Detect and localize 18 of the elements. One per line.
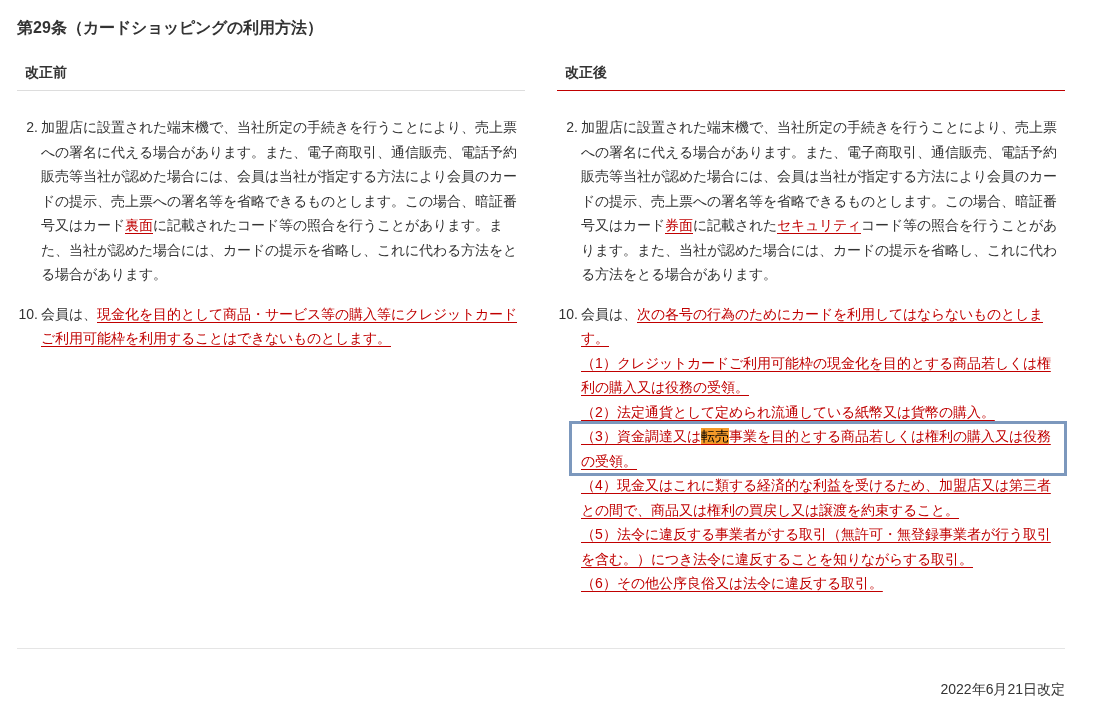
item-number: 10.	[17, 304, 38, 324]
column-heading: 改正後	[557, 62, 1065, 91]
sub-clause-text: （4）現金又はこれに類する経済的な利益を受けるため、加盟店又は第三者との間で、商品又は権利の買戻し又は譲渡を約束すること。	[581, 476, 1052, 520]
clause-text: 加盟店に設置された端末機で、当社所定の手続きを行うことにより、売上票への署名に代える場合があります。また、電子商取引、通信販売、電話予約販売等当社が認めた場合には、会員は当社が指定する方法により会員のカードの提示、売上票への署名等を省略できるものとします。この場合、暗証番号又はカード 券面に記載されたセキュリティ コード等の照合を行うことがあります。また、当社が認めた場合には、カードの提示を省略し、これに代わる方法をとる場合があります。	[581, 118, 1057, 284]
item-number: 2.	[565, 118, 578, 137]
sub-clause-text: （2）法定通貨として定められ流通している紙幣又は貨幣の購入。	[581, 402, 996, 422]
sub-clause-text: （1）クレジットカードご利用可能枠の現金化を目的とする商品若しくは権利の購入又は役務の受領。	[581, 353, 1052, 397]
article-title: 第29条（カードショッピングの利用方法）	[17, 18, 324, 38]
clause-text: 加盟店に設置された端末機で、当社所定の手続きを行うことにより、売上票への署名に代える場合があります。また、電子商取引、通信販売、電話予約販売等当社が認めた場合には、会員は当社が指定する方法により会員のカードの提示、売上票への署名等を省略できるものとします。この場合、暗証番号又はカード裏面に記載されたコード等の照合を行うことがあります。また、当社が認めた場合には、カードの提示を省略し、これに代わる方法をとる場合があります。	[41, 118, 517, 284]
clause-text: 会員は、次の各号の行為のためにカードを利用してはならないものとします。	[581, 304, 1044, 348]
sub-clause-text: （5）法令に違反する事業者がする取引（無許可・無登録事業者が行う取引を含む。）につき法令に違反することを知りながらする取引。	[581, 525, 1052, 569]
item-number: 10.	[557, 304, 578, 324]
column-heading: 改正前	[17, 62, 525, 91]
clause-text: 会員は、現金化を目的として商品・サービス等の購入等にクレジットカードご利用可能枠を利用することはできないものとします。	[41, 304, 517, 348]
item-number: 2.	[25, 118, 38, 137]
sub-clause-text: （3）資金調達又は転売事業を目的とする商品若しくは権利の購入又は役務の受領。	[581, 427, 1052, 471]
sub-clause-text: （6）その他公序良俗又は法令に違反する取引。	[581, 574, 884, 593]
revision-date: 2022年6月21日改定	[940, 679, 1065, 699]
